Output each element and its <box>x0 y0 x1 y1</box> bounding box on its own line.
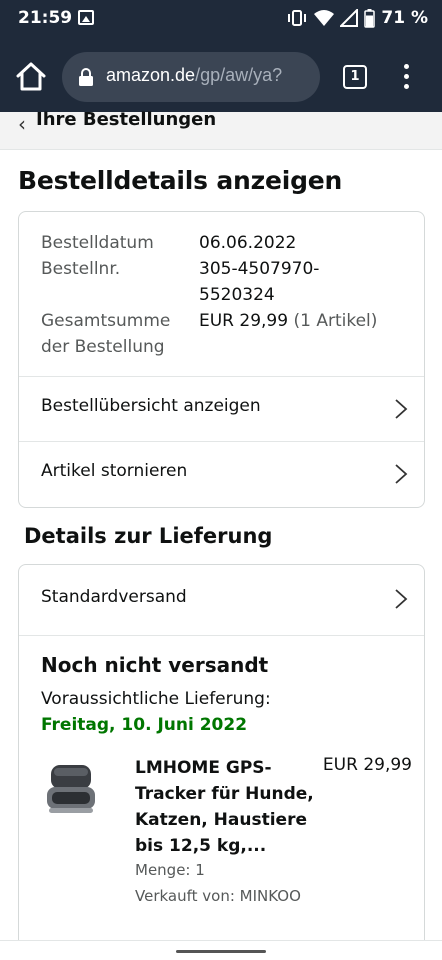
battery-percent: 71 % <box>381 8 428 28</box>
product-title-line: bis 12,5 kg,... <box>135 836 267 856</box>
home-indicator[interactable] <box>176 950 266 953</box>
image-notification-icon <box>78 10 94 25</box>
status-bar: 21:59 71 % <box>0 0 442 40</box>
chevron-left-icon: ‹ <box>18 112 26 136</box>
shipping-method-label: Standardversand <box>41 587 187 607</box>
url-path: /gp/aw/ya? <box>195 65 283 85</box>
vibrate-icon <box>288 10 307 26</box>
chevron-right-icon <box>395 464 408 484</box>
product-title-line: Tracker für Hunde, <box>135 784 314 804</box>
order-total-value: EUR 29,99 (1 Artikel) <box>199 308 409 334</box>
order-number-value-2: 5520324 <box>199 285 275 305</box>
gesture-nav-bar <box>0 940 442 960</box>
page-title: Bestelldetails anzeigen <box>18 166 343 195</box>
order-overview-link[interactable]: Bestellübersicht anzeigen <box>19 376 424 441</box>
product-seller: Verkauft von: MINKOO <box>135 887 301 905</box>
product-quantity: Menge: 1 <box>135 861 205 879</box>
order-total-items: (1 Artikel) <box>293 311 378 331</box>
signal-icon <box>340 9 359 27</box>
estimated-delivery-label: Voraussichtliche Lieferung: <box>41 689 271 709</box>
cancel-items-link[interactable]: Artikel stornieren <box>19 441 424 506</box>
breadcrumb-label[interactable]: Ihre Bestellungen <box>36 109 216 130</box>
address-bar[interactable]: amazon.de/gp/aw/ya? <box>62 52 320 102</box>
shipping-method-link[interactable]: Standardversand <box>19 565 424 636</box>
order-total-amount: EUR 29,99 <box>199 311 289 331</box>
home-icon[interactable] <box>14 60 48 94</box>
overflow-menu-icon[interactable] <box>398 64 414 92</box>
battery-icon <box>364 8 376 28</box>
estimated-delivery-date: Freitag, 10. Juni 2022 <box>41 715 248 735</box>
product-image[interactable] <box>45 761 99 817</box>
product-title[interactable]: LMHOME GPS- Tracker für Hunde, Katzen, H… <box>135 755 315 859</box>
order-number-label: Bestellnr. <box>41 259 121 279</box>
order-date-value: 06.06.2022 <box>199 233 297 253</box>
order-date-label: Bestelldatum <box>41 233 154 253</box>
cancel-items-label: Artikel stornieren <box>41 461 188 481</box>
product-title-line: LMHOME GPS- <box>135 758 272 778</box>
order-total-label-2: der Bestellung <box>41 337 165 357</box>
url-host: amazon.de <box>106 65 196 85</box>
delivery-section-title: Details zur Lieferung <box>24 524 273 548</box>
status-indicators: 71 % <box>286 8 428 28</box>
order-overview-label: Bestellübersicht anzeigen <box>41 396 261 416</box>
wifi-icon <box>314 10 335 26</box>
order-number-value-1: 305-4507970- <box>199 259 320 279</box>
lock-icon <box>79 68 93 86</box>
url-text: amazon.de/gp/aw/ya? <box>106 65 282 86</box>
order-total-label-1: Gesamtsumme <box>41 311 171 331</box>
delivery-card: Standardversand Noch nicht versandt Vora… <box>18 564 425 960</box>
tab-switcher-button[interactable]: 1 <box>343 65 367 89</box>
chevron-right-icon <box>395 399 408 419</box>
browser-toolbar: amazon.de/gp/aw/ya? 1 <box>0 40 442 112</box>
order-summary-card: Bestelldatum 06.06.2022 Bestellnr. 305-4… <box>18 211 425 508</box>
chevron-right-icon <box>395 589 408 609</box>
product-price: EUR 29,99 <box>322 755 412 775</box>
status-time: 21:59 <box>18 8 73 28</box>
product-title-line: Katzen, Haustiere <box>135 810 307 830</box>
breadcrumb[interactable]: ‹ Ihre Bestellungen <box>0 109 442 150</box>
shipment-status: Noch nicht versandt <box>41 653 269 677</box>
